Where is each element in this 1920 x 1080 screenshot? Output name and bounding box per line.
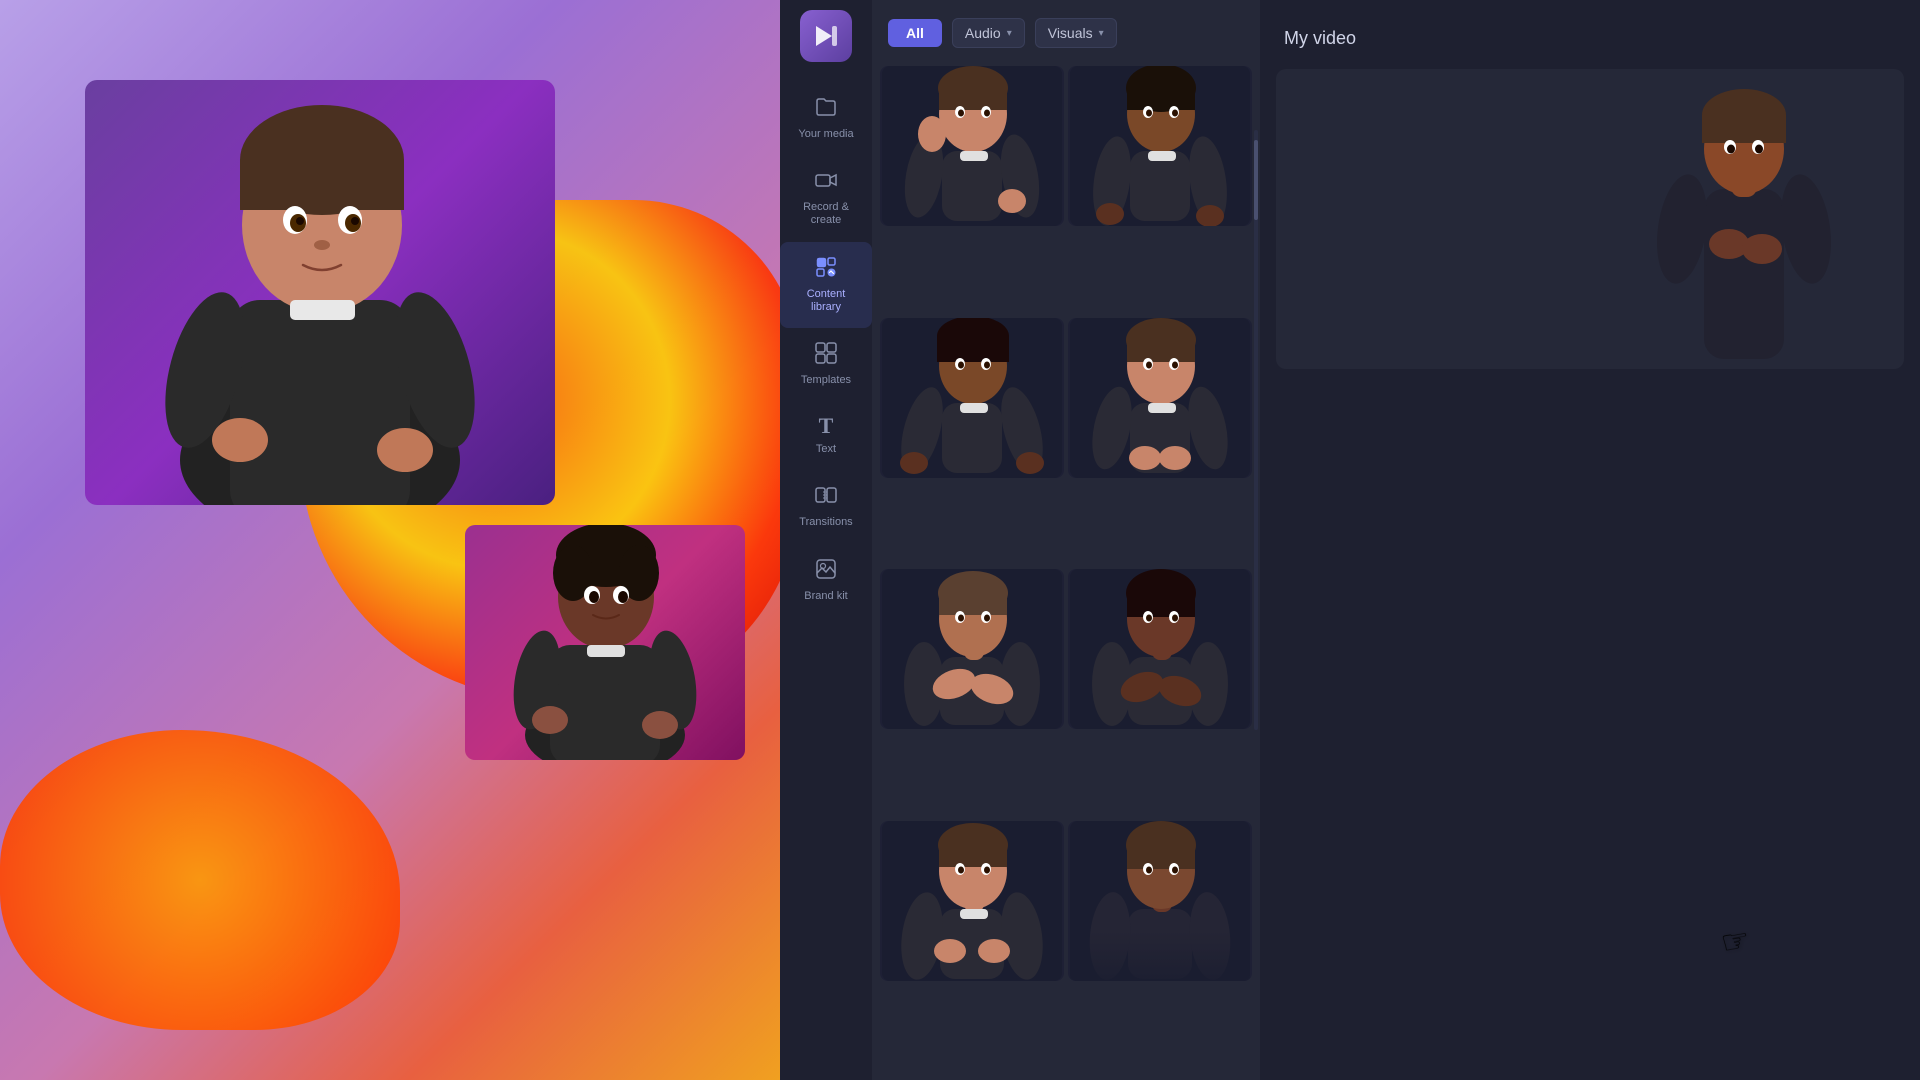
content-panel: All Audio ▾ Visuals ▾ <box>872 0 1260 1080</box>
cursor-hand-icon: ☞ <box>1718 920 1753 962</box>
sidebar-label-templates: Templates <box>801 374 851 387</box>
transitions-icon <box>815 484 837 510</box>
visuals-label: Visuals <box>1048 25 1093 41</box>
avatar-grid <box>872 62 1260 1072</box>
sidebar-label-record-create: Record &create <box>803 201 849 227</box>
right-panel: My video ☞ <box>1260 0 1920 1080</box>
audio-dropdown-arrow: ▾ <box>1007 28 1012 39</box>
sidebar-item-record-create[interactable]: Record &create <box>780 155 872 241</box>
filter-visuals-button[interactable]: Visuals ▾ <box>1035 18 1117 48</box>
avatar-5-svg <box>880 569 1064 729</box>
avatar-7-svg <box>880 821 1064 981</box>
sidebar-label-your-media: Your media <box>798 128 853 141</box>
avatar-thumb-7[interactable] <box>880 821 1064 981</box>
filter-all-button[interactable]: All <box>888 19 942 47</box>
app-logo[interactable] <box>800 10 852 62</box>
avatar-thumb-5[interactable] <box>880 569 1064 729</box>
avatar-thumb-3[interactable] <box>880 318 1064 478</box>
my-video-title: My video <box>1260 0 1920 69</box>
avatar-2-svg <box>1068 66 1252 226</box>
avatar-thumb-2[interactable] <box>1068 66 1252 226</box>
audio-label: Audio <box>965 25 1001 41</box>
toolbar: All Audio ▾ Visuals ▾ <box>872 0 1260 62</box>
templates-icon <box>815 342 837 368</box>
scrollbar-thumb[interactable] <box>1254 140 1258 220</box>
brand-kit-icon <box>815 558 837 584</box>
avatar-6-svg <box>1068 569 1252 729</box>
folder-icon <box>815 96 837 122</box>
canvas-area <box>0 0 780 1080</box>
logo-icon <box>812 22 840 50</box>
sidebar: Your media Record &create Contentlibrary <box>780 0 872 1080</box>
sidebar-label-transitions: Transitions <box>799 516 852 529</box>
record-icon <box>815 169 837 195</box>
filter-audio-button[interactable]: Audio ▾ <box>952 18 1025 48</box>
sidebar-item-text[interactable]: T Text <box>780 401 872 470</box>
sidebar-item-templates[interactable]: Templates <box>780 328 872 401</box>
avatar-thumb-4[interactable] <box>1068 318 1252 478</box>
sidebar-label-text: Text <box>816 443 836 456</box>
avatar-thumb-6[interactable] <box>1068 569 1252 729</box>
sidebar-item-your-media[interactable]: Your media <box>780 82 872 155</box>
text-icon: T <box>819 415 834 437</box>
avatar-thumb-8[interactable] <box>1068 821 1252 981</box>
avatar-main-svg <box>85 80 555 505</box>
sidebar-label-content-library: Contentlibrary <box>807 288 846 314</box>
sidebar-label-brand-kit: Brand kit <box>804 590 847 603</box>
right-panel-avatar-svg <box>1644 89 1844 369</box>
sidebar-item-transitions[interactable]: Transitions <box>780 470 872 543</box>
avatar-8-svg <box>1068 821 1252 981</box>
avatar-secondary-svg <box>465 525 745 760</box>
avatar-thumb-1[interactable] <box>880 66 1064 226</box>
avatar-1-svg <box>880 66 1064 226</box>
sidebar-item-content-library[interactable]: Contentlibrary <box>780 242 872 328</box>
scrollbar-track[interactable] <box>1254 130 1258 730</box>
video-panel-main <box>85 80 555 505</box>
video-panel-secondary <box>465 525 745 760</box>
decorative-blob-2 <box>0 730 400 1030</box>
right-panel-content <box>1276 69 1904 369</box>
content-library-icon <box>815 256 837 282</box>
avatar-3-svg <box>880 318 1064 478</box>
avatar-4-svg <box>1068 318 1252 478</box>
visuals-dropdown-arrow: ▾ <box>1099 28 1104 39</box>
sidebar-item-brand-kit[interactable]: Brand kit <box>780 544 872 617</box>
